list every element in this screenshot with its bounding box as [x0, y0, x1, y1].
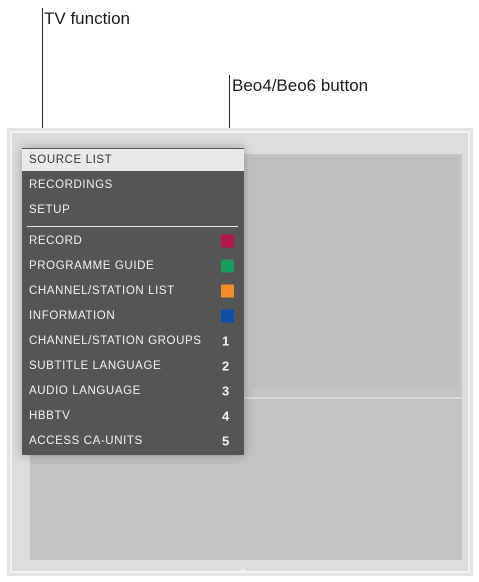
menu-divider [27, 226, 238, 227]
number-key-4: 4 [222, 408, 230, 424]
menu-item-channel-station-groups[interactable]: CHANNEL/STATION GROUPS 1 [22, 330, 244, 352]
menu-item-record[interactable]: RECORD [22, 230, 244, 252]
number-key-1: 1 [222, 333, 230, 349]
menu-item-setup[interactable]: SETUP [22, 199, 244, 221]
tv-indicator-dot [241, 569, 245, 571]
menu-item-label: AUDIO LANGUAGE [29, 385, 141, 397]
menu-item-label: PROGRAMME GUIDE [29, 260, 155, 272]
menu-item-label: ACCESS CA-UNITS [29, 435, 143, 447]
menu-item-information[interactable]: INFORMATION [22, 305, 244, 327]
menu-item-label: SOURCE LIST [29, 154, 113, 166]
menu-item-label: INFORMATION [29, 310, 116, 322]
menu-item-label: HBBTV [29, 410, 71, 422]
menu-item-source-list[interactable]: SOURCE LIST [22, 149, 244, 171]
menu-item-label: RECORDINGS [29, 179, 113, 191]
menu-item-programme-guide[interactable]: PROGRAMME GUIDE [22, 255, 244, 277]
blue-key-icon [221, 309, 234, 323]
number-key-3: 3 [222, 383, 230, 399]
green-key-icon [221, 259, 234, 273]
menu-item-label: SETUP [29, 204, 71, 216]
red-key-icon [221, 234, 234, 248]
yellow-key-icon [221, 284, 234, 298]
menu-item-audio-language[interactable]: AUDIO LANGUAGE 3 [22, 380, 244, 402]
number-key-2: 2 [222, 358, 230, 374]
menu-item-label: CHANNEL/STATION LIST [29, 285, 175, 297]
tv-screen-upper-inner [252, 157, 458, 387]
tv-menu: SOURCE LIST RECORDINGS SETUP RECORD PROG… [22, 148, 244, 455]
menu-item-hbbtv[interactable]: HBBTV 4 [22, 405, 244, 427]
menu-item-recordings[interactable]: RECORDINGS [22, 174, 244, 196]
menu-item-label: CHANNEL/STATION GROUPS [29, 335, 202, 347]
menu-item-label: SUBTITLE LANGUAGE [29, 360, 162, 372]
menu-item-access-ca-units[interactable]: ACCESS CA-UNITS 5 [22, 430, 244, 452]
menu-item-channel-station-list[interactable]: CHANNEL/STATION LIST [22, 280, 244, 302]
number-key-5: 5 [222, 433, 230, 449]
menu-item-label: RECORD [29, 235, 83, 247]
beo-button-label: Beo4/Beo6 button [232, 76, 369, 95]
menu-item-subtitle-language[interactable]: SUBTITLE LANGUAGE 2 [22, 355, 244, 377]
tv-function-label: TV function [44, 9, 130, 28]
